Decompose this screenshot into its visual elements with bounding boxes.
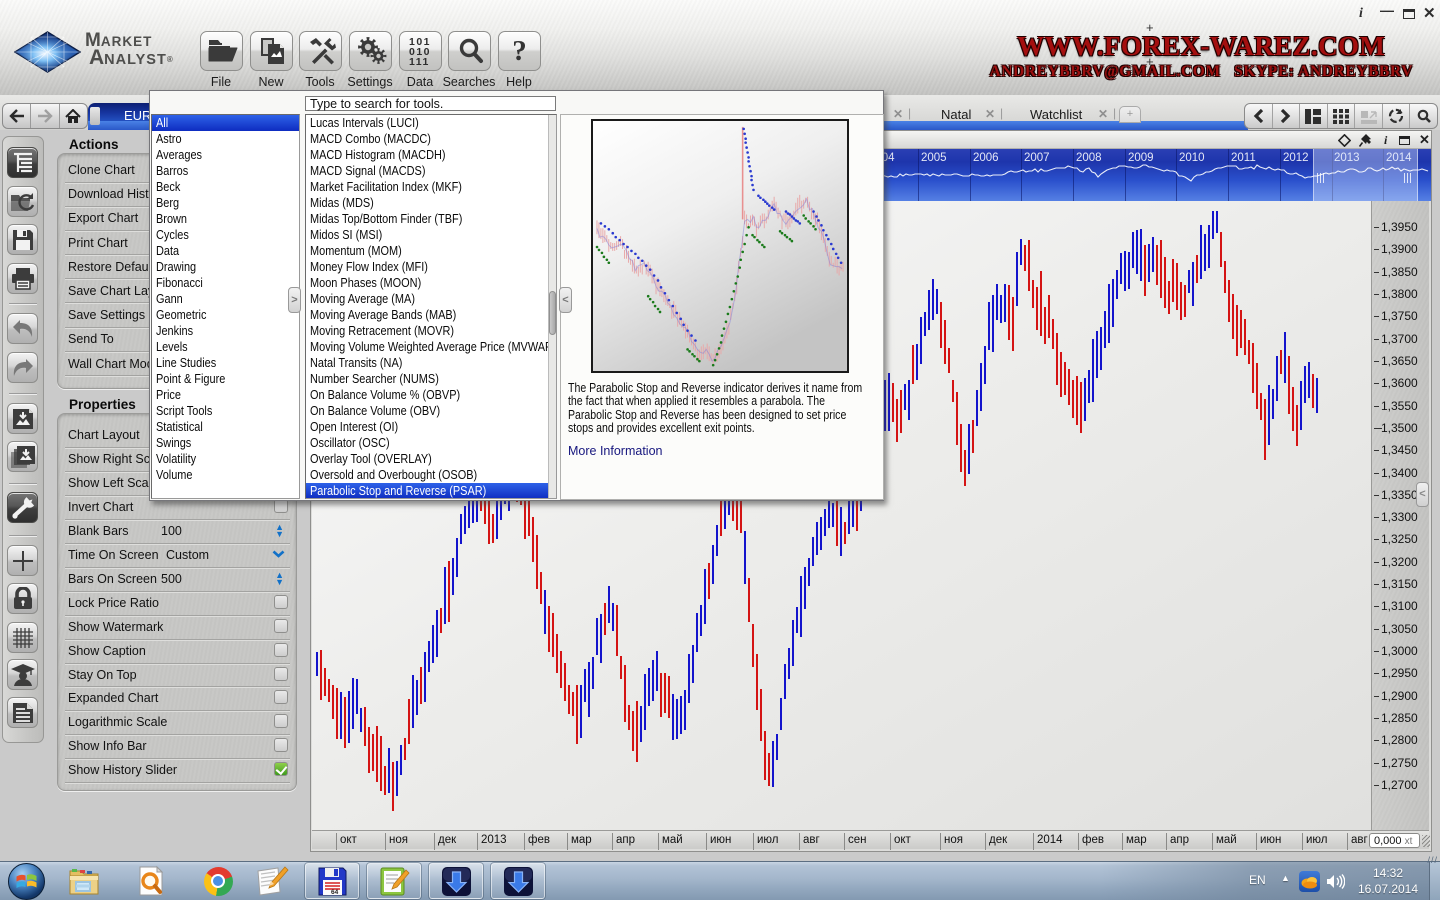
svg-text:64: 64 [331,889,339,896]
svg-text:111: 111 [409,56,430,66]
